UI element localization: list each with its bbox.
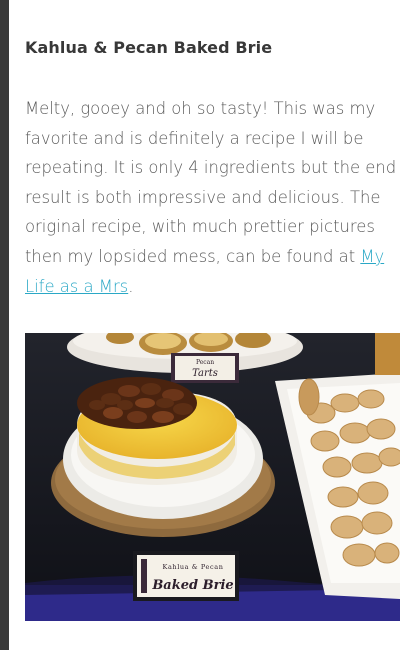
left-edge-bar [0,0,9,650]
tarts-placard: Pecan Tarts [171,353,239,383]
brie-placard-label: Baked Brie [151,578,233,593]
baked-brie-photo: Pecan Tarts Kahlua & Pecan Baked Brie [25,333,400,621]
tarts-placard-label: Tarts [192,368,218,379]
baked-brie-placard: Kahlua & Pecan Baked Brie [133,551,239,601]
post-title: Kahlua & Pecan Baked Brie [25,38,273,57]
pecan-topping [77,377,197,429]
post-body-end: . [128,276,134,296]
wooden-post [375,333,400,375]
brie-placard-small: Kahlua & Pecan [162,563,223,571]
post-body: Melty, gooey and oh so tasty! This was m… [25,94,397,301]
post-body-text: Melty, gooey and oh so tasty! This was m… [25,99,397,266]
tarts-placard-small: Pecan [196,359,214,366]
